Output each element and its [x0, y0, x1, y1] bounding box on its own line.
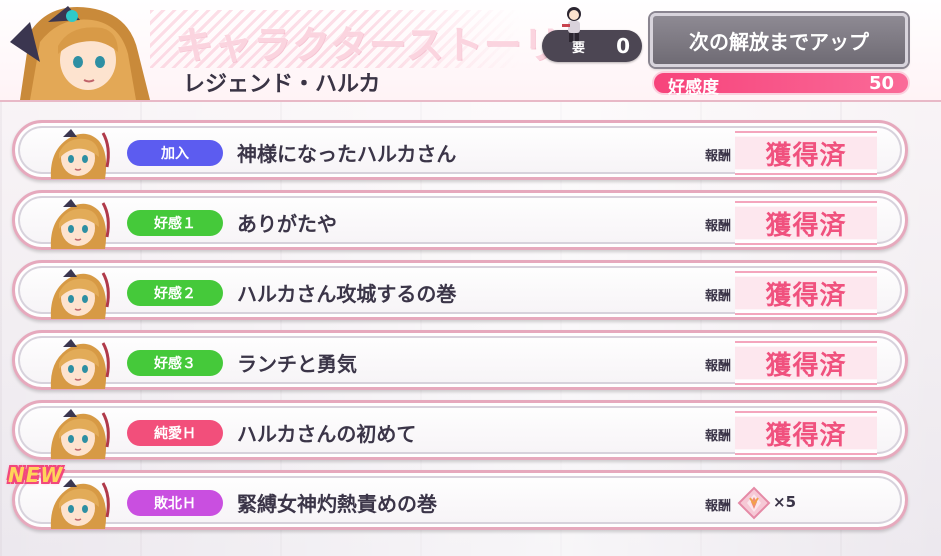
- reward-status: 獲得済: [735, 411, 877, 455]
- character-avatar-icon: [49, 337, 110, 389]
- story-type-badge: 好感３: [127, 350, 223, 376]
- reward-status: 獲得済: [735, 341, 877, 385]
- reward-label: 報酬: [705, 429, 732, 444]
- story-title: ありがたや: [237, 212, 337, 236]
- story-type-badge: 加入: [127, 140, 223, 166]
- story-title: ハルカさんの初めて: [237, 422, 417, 446]
- character-avatar-icon: [49, 267, 110, 319]
- new-badge: NEW: [8, 463, 64, 487]
- reward-status: 獲得済: [735, 201, 877, 245]
- story-type-badge: 好感１: [127, 210, 223, 236]
- reward-quantity: ×5: [773, 493, 797, 511]
- story-title: 緊縛女神灼熱責めの巻: [237, 492, 437, 516]
- reward-label: 報酬: [705, 359, 732, 374]
- story-list: 加入 神様になったハルカさん 報酬 獲得済 好感１ ありがたや 報酬 獲得済 好…: [0, 0, 941, 556]
- story-row[interactable]: 純愛Ｈ ハルカさんの初めて 報酬 獲得済: [12, 400, 908, 460]
- reward-label: 報酬: [705, 219, 732, 234]
- character-avatar-icon: [49, 197, 110, 249]
- story-type-badge: 純愛Ｈ: [127, 420, 223, 446]
- reward-label: 報酬: [705, 149, 732, 164]
- reward-label: 報酬: [705, 289, 732, 304]
- story-row[interactable]: 好感２ ハルカさん攻城するの巻 報酬 獲得済: [12, 260, 908, 320]
- story-title: ランチと勇気: [237, 352, 357, 376]
- story-title: ハルカさん攻城するの巻: [237, 282, 457, 306]
- story-row[interactable]: 加入 神様になったハルカさん 報酬 獲得済: [12, 120, 908, 180]
- story-type-badge: 好感２: [127, 280, 223, 306]
- story-type-badge: 敗北Ｈ: [127, 490, 223, 516]
- story-row[interactable]: 好感３ ランチと勇気 報酬 獲得済: [12, 330, 908, 390]
- reward-label: 報酬: [705, 499, 732, 514]
- character-avatar-icon: [49, 407, 110, 459]
- reward-status: 獲得済: [735, 271, 877, 315]
- story-row[interactable]: 敗北Ｈ 緊縛女神灼熱責めの巻 報酬 ×5: [12, 470, 908, 530]
- character-avatar-icon: [49, 127, 110, 179]
- story-title: 神様になったハルカさん: [237, 142, 457, 166]
- reward-status: 獲得済: [735, 131, 877, 175]
- story-row[interactable]: 好感１ ありがたや 報酬 獲得済: [12, 190, 908, 250]
- crystal-gem-icon: [737, 486, 771, 520]
